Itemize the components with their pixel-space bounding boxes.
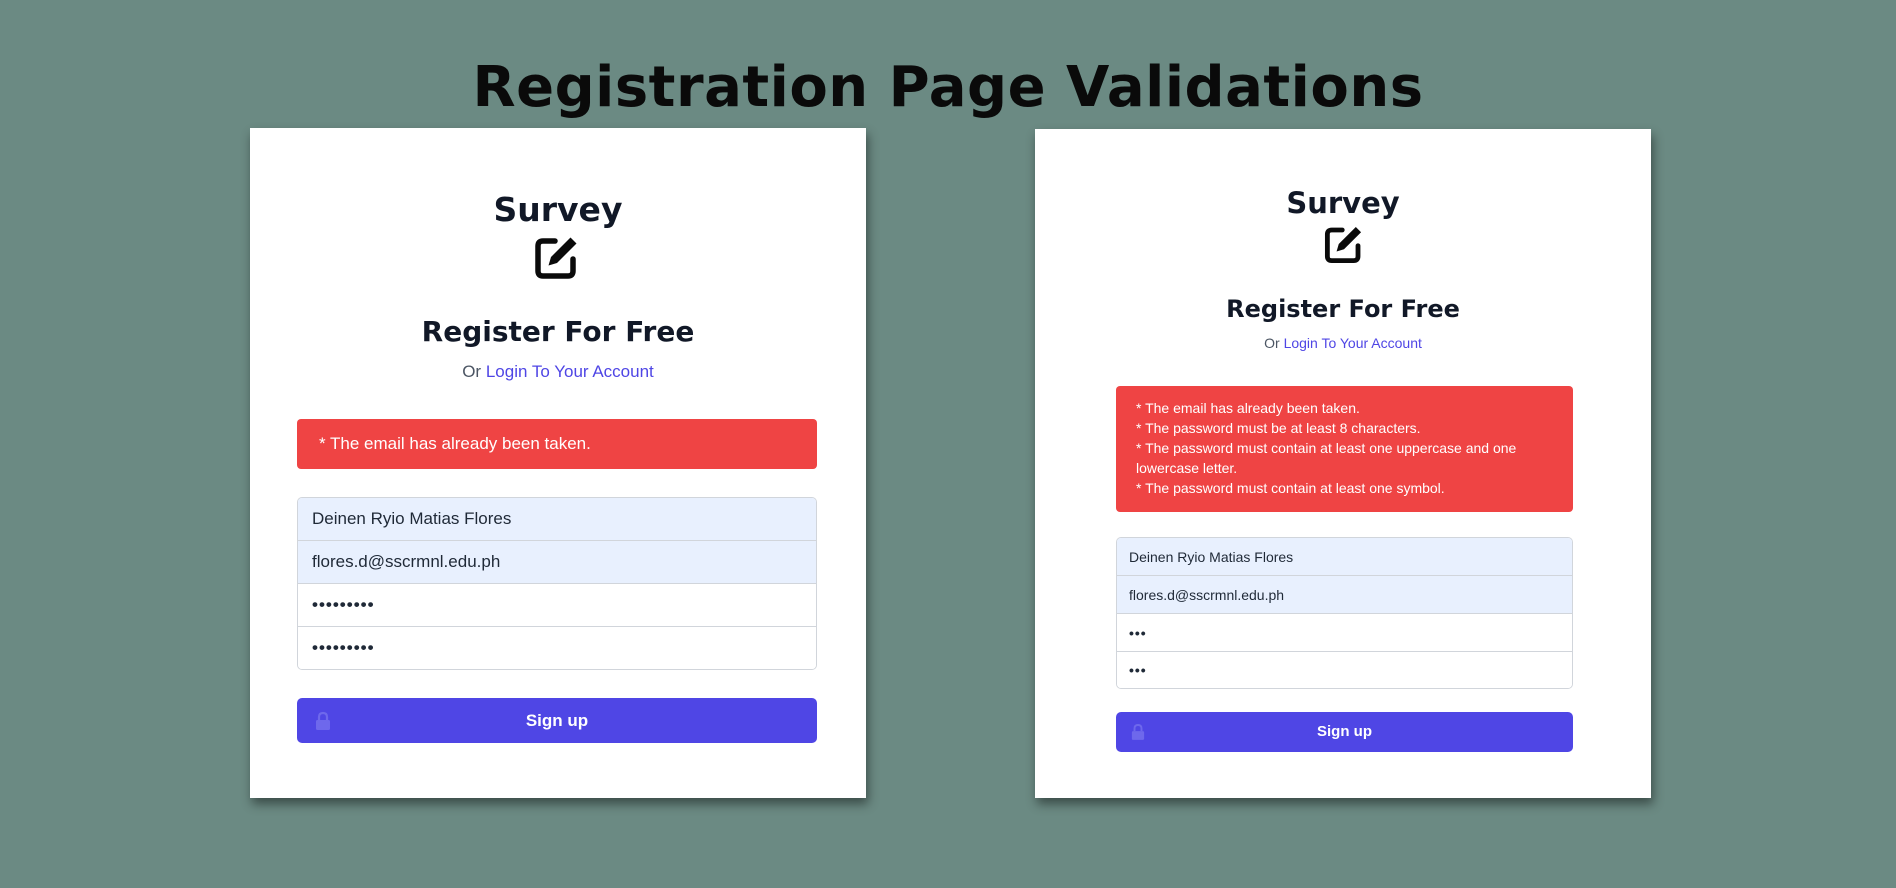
password-input[interactable] (1117, 614, 1572, 652)
page-title: Registration Page Validations (472, 55, 1424, 120)
lock-icon (1131, 724, 1145, 740)
login-link[interactable]: Login To Your Account (1284, 335, 1422, 351)
signup-button-label: Sign up (1317, 723, 1372, 740)
full-name-input[interactable] (1117, 538, 1572, 576)
registration-card-email-error: Survey Register For Free Or Login To You… (250, 128, 866, 798)
login-link[interactable]: Login To Your Account (486, 362, 654, 381)
brand-name: Survey (1286, 186, 1400, 220)
error-alert: * The email has already been taken. * Th… (1116, 386, 1573, 512)
registration-fields (297, 497, 817, 670)
password-confirm-input[interactable] (1117, 652, 1572, 688)
registration-card-multiple-errors: Survey Register For Free Or Login To You… (1035, 129, 1651, 798)
full-name-input[interactable] (298, 498, 816, 541)
email-input[interactable] (1117, 576, 1572, 614)
signup-button[interactable]: Sign up (297, 698, 817, 743)
error-message: * The password must be at least 8 charac… (1136, 420, 1421, 436)
error-message: * The email has already been taken. (1136, 400, 1360, 416)
login-prompt-prefix: Or (462, 362, 482, 381)
lock-icon (316, 711, 330, 730)
password-confirm-input[interactable] (298, 627, 816, 669)
edit-icon (1324, 226, 1362, 264)
brand-name: Survey (493, 190, 623, 229)
register-heading: Register For Free (1226, 295, 1460, 323)
email-input[interactable] (298, 541, 816, 584)
login-prompt: Or Login To Your Account (250, 361, 866, 383)
error-message: * The password must contain at least one… (1136, 440, 1517, 476)
edit-icon (535, 237, 577, 279)
login-prompt-prefix: Or (1264, 335, 1280, 351)
signup-button[interactable]: Sign up (1116, 712, 1573, 752)
registration-fields (1116, 537, 1573, 689)
password-input[interactable] (298, 584, 816, 627)
error-message: * The password must contain at least one… (1136, 480, 1445, 496)
register-heading: Register For Free (421, 315, 695, 348)
error-message: * The email has already been taken. (319, 434, 591, 453)
login-prompt: Or Login To Your Account (1035, 334, 1651, 352)
error-alert: * The email has already been taken. (297, 419, 817, 469)
signup-button-label: Sign up (525, 711, 589, 730)
